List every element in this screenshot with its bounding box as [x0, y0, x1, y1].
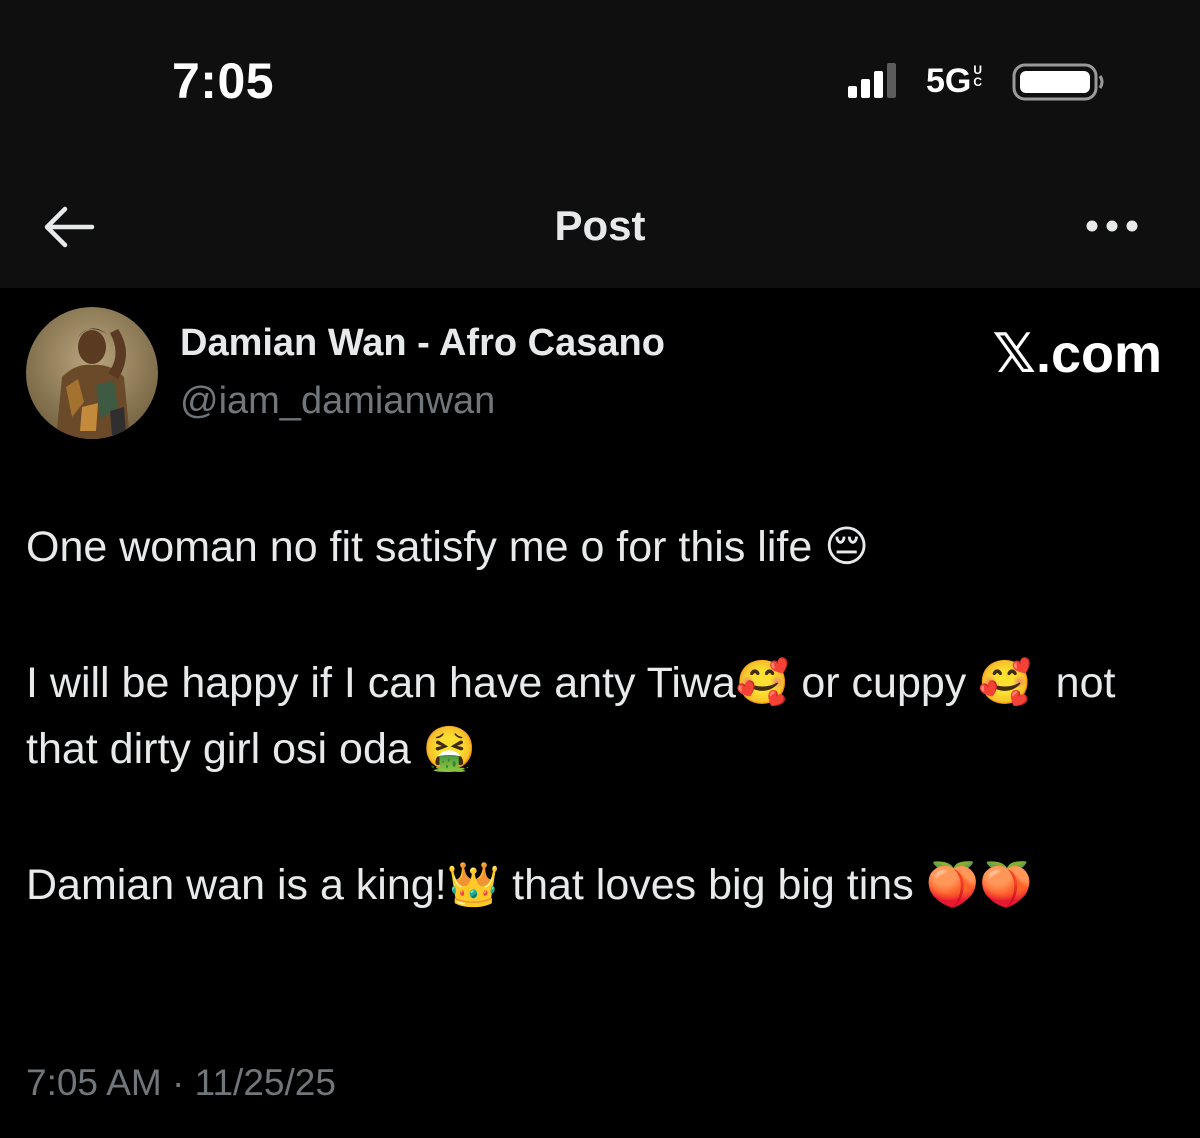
- signal-bars-icon: [848, 63, 896, 98]
- post-text: One woman no fit satisfy me o for this l…: [26, 514, 1176, 918]
- author-name[interactable]: Damian Wan - Afro Casano: [180, 322, 665, 365]
- post-timestamp[interactable]: 7:05 AM · 11/25/25: [26, 1062, 336, 1104]
- avatar[interactable]: [26, 307, 158, 439]
- author-handle[interactable]: @iam_damianwan: [180, 380, 495, 423]
- network-suffix: UC: [973, 63, 983, 89]
- page-title: Post: [554, 202, 646, 249]
- more-options-icon[interactable]: [1084, 214, 1140, 238]
- network-indicator: 5G UC: [926, 62, 983, 101]
- network-label: 5G: [926, 62, 972, 100]
- top-bar: 7:05 5G UC Post: [0, 0, 1200, 288]
- post-paragraph: Damian wan is a king!👑 that loves big bi…: [26, 861, 1033, 909]
- post-paragraph: I will be happy if I can have anty Tiwa🥰…: [26, 659, 1128, 773]
- battery-icon: [1012, 63, 1104, 101]
- status-time: 7:05: [172, 53, 275, 109]
- x-com-watermark: 𝕏.com: [992, 324, 1162, 384]
- post-paragraph: One woman no fit satisfy me o for this l…: [26, 523, 870, 571]
- avatar-image: [26, 307, 158, 439]
